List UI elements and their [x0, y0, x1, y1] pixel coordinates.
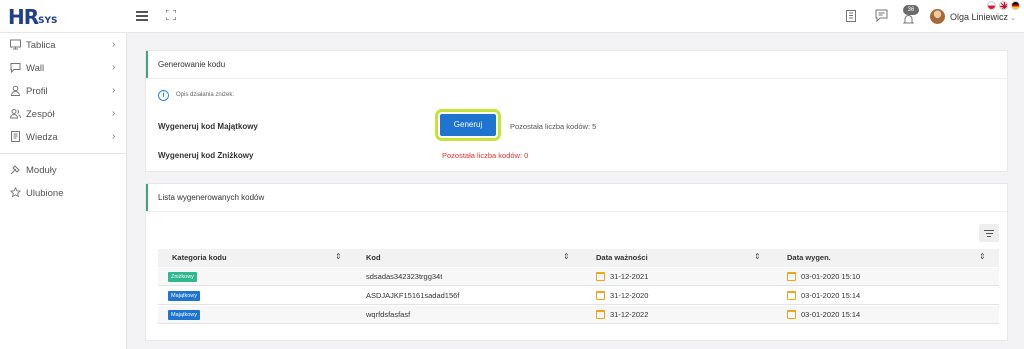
clipboard-icon[interactable] — [845, 9, 857, 22]
sort-icon[interactable]: ⇕ — [563, 252, 570, 261]
expiry-date: 31-12-2020 — [610, 291, 649, 300]
card-title: Generowanie kodu — [158, 60, 226, 69]
sidebar-item-zespol[interactable]: Zespół › — [0, 104, 127, 126]
generate-code-card: Generowanie kodu i Opis działania zniżek… — [145, 50, 1008, 172]
divider — [146, 78, 1007, 79]
sidebar-item-ulubione[interactable]: Ulubione — [0, 183, 127, 205]
sidebar-item-tablica[interactable]: Tablica › — [0, 35, 127, 57]
sidebar-item-label: Wall — [26, 63, 45, 74]
sidebar-item-profil[interactable]: Profil › — [0, 81, 127, 103]
filter-icon[interactable] — [979, 224, 999, 242]
user-menu[interactable]: Olga Liniewicz ⌄ — [950, 12, 1016, 22]
language-switcher — [983, 1, 1023, 11]
generate-znizkowy-label: Wygeneruj kod Zniżkowy — [158, 151, 254, 160]
category-badge: Zniżkowy — [168, 272, 197, 282]
flag-de-icon[interactable] — [1011, 1, 1020, 10]
expiry-date: 31-12-2021 — [610, 272, 649, 281]
sort-icon[interactable]: ⇕ — [979, 252, 986, 261]
column-header-category[interactable]: Kategoria kodu — [172, 253, 227, 262]
book-icon — [10, 131, 21, 142]
info-text: Opis działania zniżek: — [176, 92, 235, 98]
calendar-icon — [787, 310, 796, 319]
team-icon — [9, 108, 21, 119]
sidebar-item-label: Zespół — [26, 109, 55, 120]
sort-icon[interactable]: ⇕ — [754, 252, 761, 261]
top-bar: HR SYS 36 Olga Liniewicz ⌄ — [0, 0, 1024, 33]
generated-codes-card: Lista wygenerowanych kodów Kategoria kod… — [145, 183, 1008, 341]
message-icon[interactable] — [875, 9, 888, 23]
category-badge: Majątkowy — [168, 291, 200, 301]
calendar-icon — [787, 272, 796, 281]
monitor-icon — [10, 39, 21, 50]
fullscreen-icon[interactable] — [165, 9, 177, 21]
menu-toggle-icon[interactable] — [136, 11, 148, 21]
remaining-znizkowy-count: Pozostała liczba kodów: 0 — [442, 151, 529, 160]
column-header-expiry[interactable]: Data ważności — [596, 253, 648, 262]
table-row[interactable]: Zniżkowy sdsadas342323trgg34t 31-12-2021… — [158, 268, 999, 286]
chevron-down-icon: ⌄ — [1010, 15, 1016, 22]
chevron-right-icon: › — [112, 62, 116, 73]
sidebar: Tablica › Wall › Profil › Zespół › Wiedz… — [0, 33, 127, 349]
logo-text: HR — [8, 5, 39, 29]
sidebar-item-label: Moduły — [26, 165, 57, 176]
chevron-right-icon: › — [112, 85, 116, 96]
category-badge: Majątkowy — [168, 310, 200, 320]
info-icon[interactable]: i — [158, 90, 169, 101]
sidebar-item-label: Ulubione — [26, 188, 64, 199]
table-row[interactable]: Majątkowy wqrfdsfasfasf 31-12-2022 03-01… — [158, 306, 999, 324]
sidebar-divider — [0, 153, 127, 154]
code-value: sdsadas342323trgg34t — [366, 272, 443, 281]
column-header-code[interactable]: Kod — [366, 253, 381, 262]
card-title: Lista wygenerowanych kodów — [158, 193, 265, 202]
sidebar-item-label: Wiedza — [26, 132, 58, 143]
user-icon — [10, 85, 21, 96]
generate-majatkowy-label: Wygeneruj kod Majątkowy — [158, 122, 258, 131]
table-header: Kategoria kodu ⇕ Kod ⇕ Data ważności ⇕ D… — [158, 249, 999, 267]
sidebar-item-moduly[interactable]: Moduły — [0, 160, 127, 182]
sort-icon[interactable]: ⇕ — [335, 252, 342, 261]
generate-button-highlight: Generuj — [435, 109, 501, 141]
generated-date: 03-01-2020 15:14 — [801, 310, 861, 319]
sidebar-item-label: Profil — [26, 86, 48, 97]
card-accent-bar — [146, 184, 148, 211]
calendar-icon — [596, 272, 605, 281]
hrsys-logo[interactable]: HR SYS — [8, 6, 68, 28]
remaining-majatkowy-count: Pozostała liczba kodów: 5 — [510, 122, 597, 131]
sidebar-item-wiedza[interactable]: Wiedza › — [0, 127, 127, 149]
chevron-right-icon: › — [112, 39, 116, 50]
column-header-generated[interactable]: Data wygen. — [787, 253, 831, 262]
flag-pl-icon[interactable] — [987, 1, 996, 10]
calendar-icon — [787, 291, 796, 300]
divider — [146, 211, 1007, 212]
generated-date: 03-01-2020 15:14 — [801, 291, 861, 300]
user-name: Olga Liniewicz — [950, 12, 1009, 22]
sidebar-item-label: Tablica — [26, 40, 56, 51]
sidebar-item-wall[interactable]: Wall › — [0, 58, 127, 80]
chevron-right-icon: › — [112, 108, 116, 119]
flag-en-icon[interactable] — [999, 1, 1008, 10]
calendar-icon — [596, 291, 605, 300]
star-icon — [9, 186, 22, 198]
notification-count-badge: 36 — [903, 5, 919, 15]
chat-icon — [10, 62, 21, 74]
calendar-icon — [596, 310, 605, 319]
code-value: ASDJAJKF15161sadad156f — [366, 291, 460, 300]
user-avatar[interactable] — [930, 9, 945, 24]
table-row[interactable]: Majątkowy ASDJAJKF15161sadad156f 31-12-2… — [158, 287, 999, 305]
chevron-right-icon: › — [112, 131, 116, 142]
logo-subtext: SYS — [38, 16, 58, 26]
generate-button[interactable]: Generuj — [440, 114, 496, 136]
puzzle-icon — [10, 164, 21, 175]
card-accent-bar — [146, 51, 148, 78]
code-value: wqrfdsfasfasf — [366, 310, 411, 319]
expiry-date: 31-12-2022 — [610, 310, 649, 319]
generated-date: 03-01-2020 15:10 — [801, 272, 861, 281]
